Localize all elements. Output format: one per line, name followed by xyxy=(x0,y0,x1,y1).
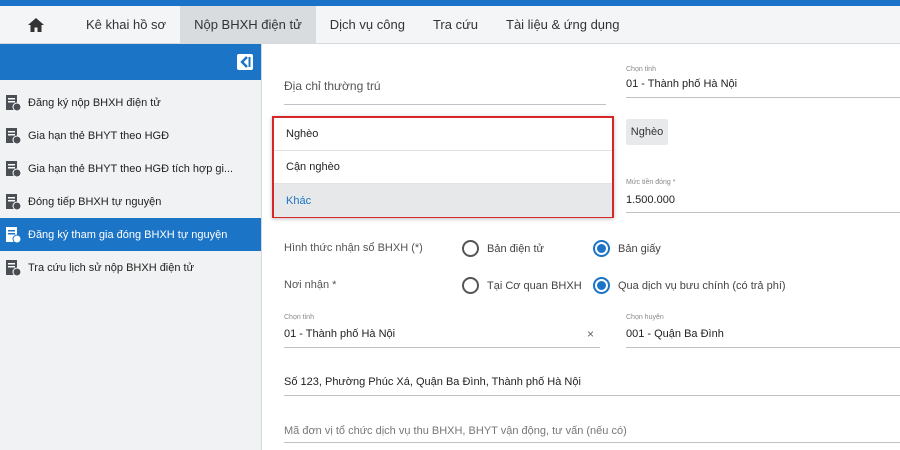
nav-item-tra-cuu[interactable]: Tra cứu xyxy=(419,6,492,43)
agency-code-input[interactable]: Mã đơn vị tổ chức dịch vụ thu BHXH, BHYT… xyxy=(284,425,627,437)
mail-province-small-label: Chọn tỉnh xyxy=(284,314,314,321)
poverty-dropdown: Nghèo Cận nghèo Khác xyxy=(272,116,614,218)
sidebar-item-label: Tra cứu lịch sử nộp BHXH điện tử xyxy=(28,261,194,274)
dropdown-option-can-ngheo[interactable]: Cận nghèo xyxy=(274,151,612,184)
document-icon xyxy=(6,193,22,210)
form-panel: Địa chỉ thường trú Chọn tỉnh 01 - Thành … xyxy=(262,44,900,450)
document-icon xyxy=(6,127,22,144)
clear-province-icon[interactable]: × xyxy=(587,327,594,341)
sidebar-item-dang-ky-nop[interactable]: Đăng ký nộp BHXH điện tử xyxy=(0,86,261,119)
receive-place-label: Nơi nhận * xyxy=(284,279,337,291)
dropdown-option-ngheo[interactable]: Nghèo xyxy=(274,118,612,151)
dropdown-option-khac[interactable]: Khác xyxy=(274,184,612,217)
sidebar-item-dang-ky-tham-gia[interactable]: Đăng ký tham gia đóng BHXH tự nguyện xyxy=(0,218,261,251)
nav-item-nop-bhxh[interactable]: Nộp BHXH điện tử xyxy=(180,6,316,43)
document-icon xyxy=(6,94,22,111)
amount-input[interactable]: 1.500.000 xyxy=(626,194,675,206)
radio-tai-co-quan[interactable]: Tại Cơ quan BHXH xyxy=(462,277,582,294)
document-icon xyxy=(6,160,22,177)
sidebar-item-label: Gia hạn thẻ BHYT theo HGĐ xyxy=(28,129,170,142)
nav-item-dich-vu-cong[interactable]: Dịch vụ công xyxy=(316,6,419,43)
radio-circle xyxy=(462,240,479,257)
nav-item-tai-lieu[interactable]: Tài liệu & ứng dụng xyxy=(492,6,634,43)
mail-district-underline xyxy=(626,347,900,348)
sidebar-menu: Đăng ký nộp BHXH điện tử Gia hạn thẻ BHY… xyxy=(0,80,261,284)
agency-code-underline xyxy=(284,442,900,443)
street-address-underline xyxy=(284,395,900,396)
mail-district-small-label: Chọn huyện xyxy=(626,314,664,321)
province-underline xyxy=(626,97,900,98)
document-icon xyxy=(6,259,22,276)
street-address-input[interactable]: Số 123, Phường Phúc Xá, Quận Ba Đình, Th… xyxy=(284,376,581,388)
radio-label: Bản điện tử xyxy=(487,242,544,255)
mail-province-underline xyxy=(284,347,600,348)
radio-circle-selected xyxy=(593,240,610,257)
sidebar-item-dong-tiep[interactable]: Đóng tiếp BHXH tự nguyện xyxy=(0,185,261,218)
sidebar: Đăng ký nộp BHXH điện tử Gia hạn thẻ BHY… xyxy=(0,44,262,450)
sidebar-item-tra-cuu-lich-su[interactable]: Tra cứu lịch sử nộp BHXH điện tử xyxy=(0,251,261,284)
sidebar-item-gia-han-tich-hop[interactable]: Gia hạn thẻ BHYT theo HGĐ tích hợp gi... xyxy=(0,152,261,185)
province-select[interactable]: 01 - Thành phố Hà Nội xyxy=(626,78,737,90)
radio-ban-dien-tu[interactable]: Bản điện tử xyxy=(462,240,544,257)
sidebar-item-label: Gia hạn thẻ BHYT theo HGĐ tích hợp gi... xyxy=(28,162,234,175)
home-button[interactable] xyxy=(0,6,72,43)
amount-underline xyxy=(626,212,900,213)
home-icon xyxy=(28,17,44,32)
poverty-chip[interactable]: Nghèo xyxy=(626,119,668,145)
amount-small-label: Mức tiền đóng * xyxy=(626,179,676,186)
address-label: Địa chỉ thường trú xyxy=(284,79,381,93)
document-icon xyxy=(6,226,22,243)
radio-circle xyxy=(462,277,479,294)
sidebar-collapse-button[interactable] xyxy=(237,54,253,70)
mail-district-select[interactable]: 001 - Quận Ba Đình xyxy=(626,328,724,340)
receive-form-label: Hình thức nhận sổ BHXH (*) xyxy=(284,242,423,254)
province-small-label: Chọn tỉnh xyxy=(626,66,656,73)
address-underline xyxy=(284,104,606,105)
radio-circle-selected xyxy=(593,277,610,294)
nav-item-ke-khai[interactable]: Kê khai hồ sơ xyxy=(72,6,180,43)
radio-buu-chinh[interactable]: Qua dịch vụ bưu chính (có trả phí) xyxy=(593,277,786,294)
sidebar-item-label: Đăng ký nộp BHXH điện tử xyxy=(28,96,161,109)
radio-label: Qua dịch vụ bưu chính (có trả phí) xyxy=(618,279,786,292)
collapse-icon xyxy=(237,54,253,70)
radio-ban-giay[interactable]: Bản giấy xyxy=(593,240,661,257)
radio-label: Bản giấy xyxy=(618,242,661,255)
sidebar-item-label: Đóng tiếp BHXH tự nguyện xyxy=(28,195,162,208)
mail-province-select[interactable]: 01 - Thành phố Hà Nội xyxy=(284,328,395,340)
sidebar-header xyxy=(0,44,261,80)
radio-label: Tại Cơ quan BHXH xyxy=(487,279,582,292)
sidebar-item-gia-han-hgd[interactable]: Gia hạn thẻ BHYT theo HGĐ xyxy=(0,119,261,152)
sidebar-item-label: Đăng ký tham gia đóng BHXH tự nguyện xyxy=(28,228,228,241)
top-navigation: Kê khai hồ sơ Nộp BHXH điện tử Dịch vụ c… xyxy=(0,6,900,44)
